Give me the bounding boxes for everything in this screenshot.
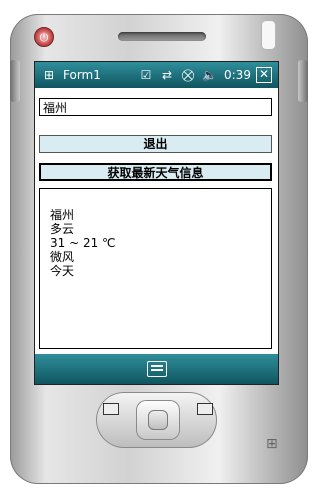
output-line-5: 今天 [50,264,75,278]
right-softkey-icon[interactable] [197,403,213,415]
output-line-1: 福州 [50,208,75,222]
weather-output: 福州 多云 31 ~ 21 ℃ 微风 今天 [39,188,272,349]
output-line-2: 多云 [50,222,75,236]
windows-flag-icon: ⊞ [266,436,278,452]
clock[interactable]: 0:39 [224,66,251,84]
windows-start-icon[interactable]: ⊞ [41,67,57,83]
output-line-3: 31 ~ 21 ℃ [50,236,116,250]
checkbox-icon[interactable]: ☑ [139,66,153,84]
output-line-4: 微风 [50,250,75,264]
left-side-button[interactable] [10,60,20,102]
left-softkey-icon[interactable] [103,403,119,415]
get-weather-button[interactable]: 获取最新天气信息 [39,163,272,181]
stylus-slot [261,20,276,50]
bottom-bar [35,354,278,384]
form-content: 退出 获取最新天气信息 福州 多云 31 ~ 21 ℃ 微风 今天 [35,88,278,354]
keyboard-icon[interactable] [147,361,167,377]
dpad-center-button[interactable] [148,410,168,430]
signal-off-icon[interactable]: ⛒ [181,66,195,84]
volume-icon[interactable]: 🔈 [202,66,217,84]
window-title: Form1 [63,68,101,82]
close-icon[interactable]: ✕ [256,67,272,83]
speaker-grille [118,32,206,41]
power-button[interactable]: ⏻ [34,27,54,47]
title-bar: ⊞ Form1 ☑ ⇄ ⛒ 🔈 0:39 ✕ [35,62,278,88]
status-area: ☑ ⇄ ⛒ 🔈 0:39 [139,66,251,84]
city-input[interactable] [39,98,272,116]
exit-button[interactable]: 退出 [39,135,272,153]
right-side-button[interactable] [298,60,308,102]
device-screen: ⊞ Form1 ☑ ⇄ ⛒ 🔈 0:39 ✕ 退出 获取最新天气信息 福州 多云… [34,61,279,385]
sync-icon[interactable]: ⇄ [160,66,174,84]
